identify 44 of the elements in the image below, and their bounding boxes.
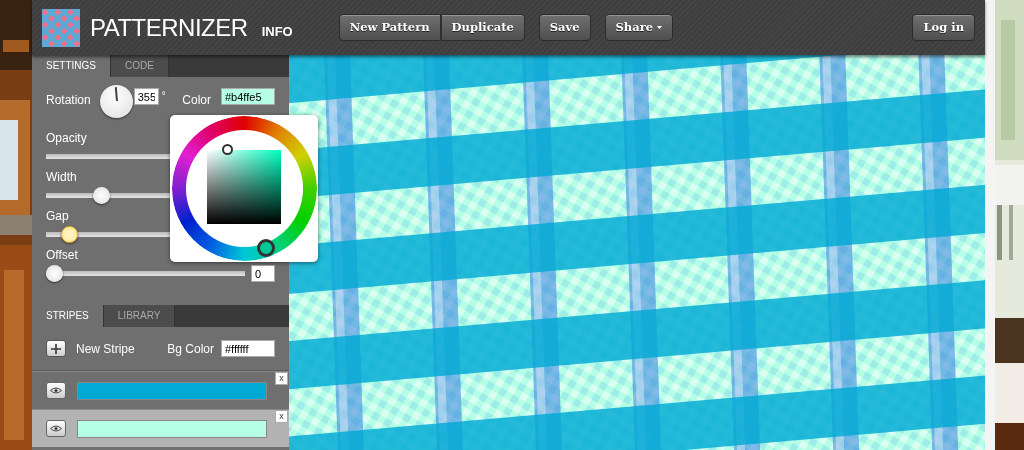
duplicate-button[interactable]: Duplicate: [440, 13, 525, 42]
caret-icon: [657, 26, 663, 29]
save-button[interactable]: Save: [538, 13, 591, 42]
eye-icon: [50, 387, 62, 394]
plus-icon: [51, 343, 61, 354]
color-label: Color: [182, 92, 211, 109]
new-pattern-button[interactable]: New Pattern: [338, 13, 441, 42]
slider-label: Gap: [46, 208, 69, 225]
remove-stripe-button[interactable]: x: [275, 410, 288, 423]
eye-icon: [50, 425, 62, 432]
stripe-color-bar[interactable]: [77, 381, 267, 400]
degree-label: °: [161, 89, 166, 103]
slider-thumb[interactable]: [60, 226, 78, 243]
slider-thumb[interactable]: [92, 187, 110, 204]
saturation-square[interactable]: [207, 150, 281, 224]
panel-tab[interactable]: STRIPES: [32, 305, 104, 327]
slider-label: Opacity: [46, 130, 87, 147]
remove-stripe-button[interactable]: x: [275, 372, 288, 385]
info-link[interactable]: INFO: [261, 21, 293, 42]
stripe-row[interactable]: x: [32, 409, 289, 447]
rotation-label: Rotation: [46, 92, 91, 109]
rotation-field[interactable]: 355: [133, 88, 159, 105]
slider-label: Width: [46, 169, 77, 186]
visibility-button[interactable]: [46, 382, 66, 399]
panel-tab[interactable]: CODE: [111, 55, 169, 77]
add-stripe-button[interactable]: [46, 340, 66, 357]
slider-label: Offset: [46, 247, 78, 264]
bg-color-label: Bg Color: [167, 340, 214, 358]
stripe-color-bar[interactable]: [77, 419, 267, 438]
panel-tab[interactable]: SETTINGS: [32, 55, 111, 77]
offset-field[interactable]: 0: [251, 265, 275, 282]
picker-handle[interactable]: [222, 144, 233, 155]
stripe-row[interactable]: x: [32, 371, 289, 409]
color-field[interactable]: #b4ffe5: [221, 88, 275, 105]
share-button[interactable]: Share: [604, 13, 674, 42]
slider-thumb[interactable]: [46, 265, 63, 282]
rotation-dial[interactable]: [99, 85, 133, 118]
panel-tab[interactable]: LIBRARY: [103, 305, 176, 327]
bg-color-field[interactable]: #ffffff: [221, 340, 275, 357]
logo-text: PATTERNIZER: [90, 12, 248, 43]
login-button[interactable]: Log in: [912, 13, 975, 42]
new-stripe-label: New Stripe: [76, 340, 135, 358]
logo-icon: [42, 8, 80, 47]
visibility-button[interactable]: [46, 420, 66, 437]
